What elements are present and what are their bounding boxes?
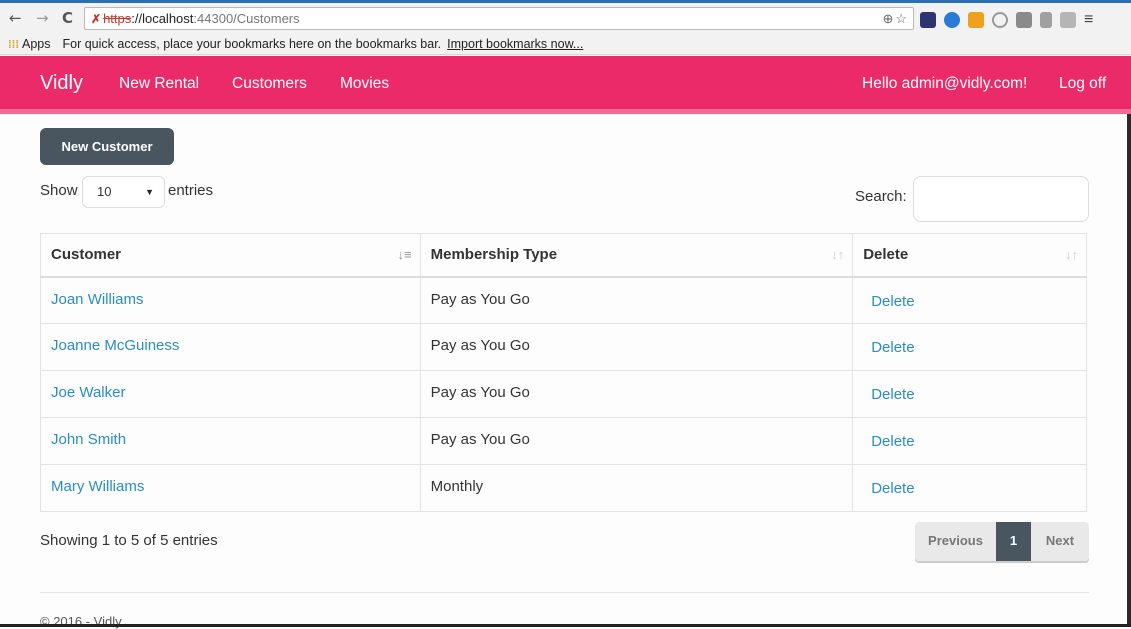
customers-table: Customer ↓≡ Membership Type ↓↑ Delete ↓↑… — [40, 233, 1087, 512]
bookmarks-bar: ⁞⁞⁞ Apps For quick access, place your book… — [0, 33, 1131, 55]
sort-asc-icon: ↓≡ — [397, 247, 412, 262]
table-row: John Smith Pay as You Go Delete — [40, 417, 1087, 465]
membership-type: Pay as You Go — [430, 431, 530, 448]
nav-new-rental[interactable]: New Rental — [119, 75, 199, 93]
extension-icon[interactable] — [920, 12, 936, 28]
sort-icon: ↓↑ — [831, 247, 845, 262]
apps-grid-icon: ⁞⁞⁞ — [8, 39, 19, 51]
save-extension-icon[interactable] — [1016, 12, 1032, 28]
user-greeting[interactable]: Hello admin@vidly.com! — [862, 75, 1027, 93]
delete-button[interactable]: Delete — [871, 339, 914, 356]
delete-button[interactable]: Delete — [871, 480, 914, 497]
nav-customers[interactable]: Customers — [232, 75, 307, 93]
next-page-button[interactable]: Next — [1031, 522, 1089, 561]
table-row: Joe Walker Pay as You Go Delete — [40, 370, 1087, 418]
bookmarks-hint: For quick access, place your bookmarks h… — [62, 37, 442, 51]
delete-button[interactable]: Delete — [871, 433, 914, 450]
show-label: Show — [40, 182, 78, 199]
previous-page-button[interactable]: Previous — [915, 522, 996, 561]
page-1-button[interactable]: 1 — [996, 522, 1031, 561]
rss-extension-icon[interactable] — [968, 12, 984, 28]
forward-icon[interactable]: → — [36, 9, 49, 27]
import-bookmarks-link[interactable]: Import bookmarks now... — [447, 37, 583, 51]
pagination: Previous 1 Next — [915, 522, 1089, 561]
table-row: Joanne McGuiness Pay as You Go Delete — [40, 323, 1087, 371]
table-row: Mary Williams Monthly Delete — [40, 464, 1087, 512]
zoom-icon[interactable]: ⊕ — [882, 11, 895, 26]
chevron-down-icon: ▼ — [145, 187, 154, 197]
divider — [40, 592, 1089, 593]
insecure-lock-icon: ✗ — [91, 12, 102, 26]
back-icon[interactable]: ← — [9, 9, 22, 27]
sort-icon: ↓↑ — [1065, 247, 1078, 262]
app-navbar: Vidly New Rental Customers Movies Hello … — [0, 56, 1131, 114]
delete-button[interactable]: Delete — [871, 293, 914, 310]
table-row: Joan Williams Pay as You Go Delete — [40, 276, 1087, 324]
entries-label: entries — [168, 182, 214, 199]
apps-shortcut[interactable]: Apps — [22, 37, 51, 51]
column-header-membership[interactable]: Membership Type ↓↑ — [419, 233, 854, 278]
ring-extension-icon[interactable] — [992, 12, 1008, 28]
delete-button[interactable]: Delete — [871, 386, 914, 403]
membership-type: Pay as You Go — [430, 384, 530, 401]
menu-icon[interactable]: ≡ — [1084, 11, 1093, 29]
logoff-link[interactable]: Log off — [1059, 75, 1106, 93]
customer-link[interactable]: Joe Walker — [51, 384, 125, 401]
page-length-select[interactable]: 10 ▼ — [82, 176, 165, 208]
reload-icon[interactable]: C — [62, 9, 73, 27]
customer-link[interactable]: Mary Williams — [51, 478, 144, 495]
search-input[interactable] — [913, 176, 1089, 222]
search-label: Search: — [855, 188, 907, 205]
star-icon[interactable]: ☆ — [895, 11, 909, 26]
table-info: Showing 1 to 5 of 5 entries — [40, 532, 218, 549]
new-customer-button[interactable]: New Customer — [40, 128, 174, 165]
scrollbar[interactable] — [1127, 114, 1131, 627]
brand-logo[interactable]: Vidly — [40, 72, 83, 95]
nav-movies[interactable]: Movies — [340, 75, 389, 93]
membership-type: Pay as You Go — [430, 290, 530, 308]
customer-link[interactable]: John Smith — [51, 431, 126, 448]
customer-link[interactable]: Joan Williams — [51, 291, 144, 308]
membership-type: Pay as You Go — [430, 337, 530, 354]
customer-link[interactable]: Joanne McGuiness — [51, 337, 179, 354]
address-bar[interactable]: ✗ https://localhost:44300/Customers ⊕☆ — [84, 7, 914, 30]
lamp-extension-icon[interactable] — [1040, 12, 1052, 28]
membership-type: Monthly — [430, 478, 484, 495]
browser-toolbar: ← → C ✗ https://localhost:44300/Customers… — [0, 0, 1131, 33]
column-header-delete[interactable]: Delete ↓↑ — [852, 233, 1087, 278]
feed-extension-icon[interactable] — [1060, 12, 1076, 28]
globe-extension-icon[interactable] — [944, 12, 960, 28]
column-header-customer[interactable]: Customer ↓≡ — [40, 233, 421, 278]
